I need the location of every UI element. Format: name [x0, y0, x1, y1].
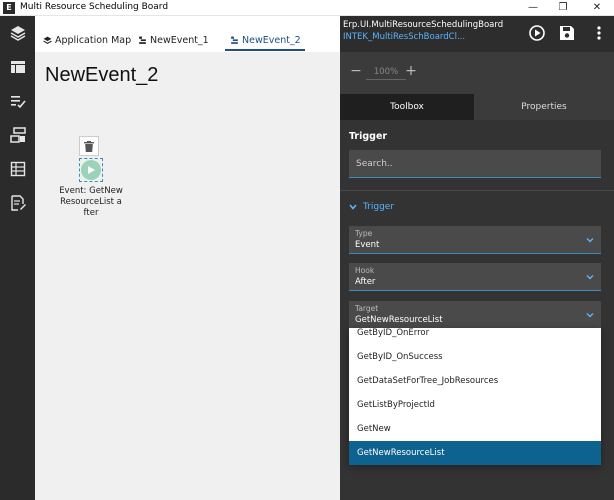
trash-icon — [84, 140, 94, 152]
designer-canvas-pane: Application Map NewEvent_1 NewEvent_2 Ne… — [35, 16, 340, 500]
zoom-out-button[interactable]: − — [349, 62, 363, 80]
event-node-circle — [81, 160, 101, 180]
dropdown-option[interactable]: GetNew — [349, 417, 601, 441]
restore-button[interactable]: ❐ — [548, 0, 578, 16]
rail-item-grid[interactable] — [0, 152, 35, 186]
zoom-control: − 100% + — [340, 52, 614, 94]
trigger-section-toggle[interactable]: Trigger — [349, 200, 394, 214]
panel-tabs: Toolbox Properties — [340, 94, 614, 120]
workflow-icon — [9, 127, 26, 143]
dropdown-option[interactable]: GetByID_OnError — [349, 328, 601, 345]
play-icon — [88, 166, 95, 174]
chevron-down-icon — [349, 204, 357, 210]
panel-header-subtitle[interactable]: INTEK_MultiResSchBoardCl... — [343, 32, 465, 42]
target-label: Target — [355, 304, 379, 313]
workflow-canvas[interactable]: NewEvent_2 Event: GetNewResourceList aft… — [35, 52, 340, 500]
panel-header-title: Erp.UI.MultiResourceSchedulingBoard — [343, 20, 504, 30]
active-tab-indicator — [225, 49, 305, 51]
more-options-button[interactable] — [590, 24, 608, 42]
tab-label: Application Map — [55, 34, 132, 46]
play-circle-icon — [529, 25, 545, 41]
trigger-section-label: Trigger — [363, 202, 395, 212]
event-icon — [139, 36, 146, 44]
minimize-button[interactable]: — — [518, 0, 548, 16]
tab-newevent-2[interactable]: NewEvent_2 — [230, 30, 301, 50]
left-nav-rail — [0, 16, 35, 500]
node-delete-button[interactable] — [79, 136, 99, 156]
type-value: Event — [355, 240, 380, 250]
type-select[interactable]: Type Event — [349, 226, 601, 254]
section-divider — [340, 190, 614, 191]
trigger-heading: Trigger — [349, 131, 388, 142]
dropdown-option[interactable]: GetByID_OnSuccess — [349, 345, 601, 369]
search-input[interactable] — [349, 150, 601, 177]
hook-select[interactable]: Hook After — [349, 263, 601, 291]
type-label: Type — [355, 229, 373, 238]
tab-label: NewEvent_1 — [150, 34, 209, 46]
target-select[interactable]: Target GetNewResourceList — [349, 301, 601, 329]
save-icon — [560, 26, 574, 40]
window-title: Multi Resource Scheduling Board — [20, 2, 169, 12]
chevron-down-icon — [586, 313, 594, 318]
tab-application-map[interactable]: Application Map — [43, 30, 131, 50]
layers-icon — [43, 36, 52, 44]
zoom-level[interactable]: 100% — [366, 64, 406, 80]
chevron-down-icon — [586, 275, 594, 280]
close-button[interactable]: ✕ — [582, 0, 612, 16]
run-button[interactable] — [528, 24, 546, 42]
toolbox-search[interactable] — [349, 150, 601, 178]
event-node-label: Event: GetNewResourceList after — [59, 186, 123, 218]
title-bar: E Multi Resource Scheduling Board — ❐ ✕ — [0, 0, 614, 16]
chevron-down-icon — [586, 238, 594, 243]
app-logo-icon: E — [3, 2, 15, 14]
hook-label: Hook — [355, 266, 375, 275]
grid-icon — [10, 161, 25, 177]
rail-item-workflow[interactable] — [0, 118, 35, 152]
rail-item-layers[interactable] — [0, 16, 35, 50]
dropdown-option[interactable]: GetListByProjectId — [349, 393, 601, 417]
save-button[interactable] — [558, 24, 576, 42]
document-tabs: Application Map NewEvent_1 NewEvent_2 — [35, 16, 340, 51]
dropdown-option-selected[interactable]: GetNewResourceList — [349, 441, 601, 465]
tab-label: NewEvent_2 — [242, 34, 301, 46]
page-title: NewEvent_2 — [45, 64, 159, 86]
target-value: GetNewResourceList — [355, 315, 443, 325]
layers-icon — [10, 26, 25, 41]
tab-toolbox[interactable]: Toolbox — [340, 94, 474, 120]
dropdown-option[interactable]: GetDataSetForTree_JobResources — [349, 369, 601, 393]
checklist-icon — [10, 96, 26, 109]
more-vertical-icon — [597, 26, 601, 40]
tab-newevent-1[interactable]: NewEvent_1 — [138, 30, 209, 50]
rail-item-layout[interactable] — [0, 50, 35, 84]
rail-item-checklist[interactable] — [0, 84, 35, 118]
event-icon — [231, 36, 238, 44]
layout-icon — [10, 61, 25, 73]
rail-item-document-edit[interactable] — [0, 186, 35, 220]
event-node[interactable] — [79, 158, 103, 182]
target-dropdown-list: GetByID_OnError GetByID_OnSuccess GetDat… — [349, 328, 601, 465]
zoom-in-button[interactable]: + — [404, 62, 418, 80]
panel-header: Erp.UI.MultiResourceSchedulingBoard INTE… — [340, 16, 614, 52]
document-edit-icon — [10, 195, 26, 211]
hook-value: After — [355, 277, 376, 287]
tab-properties[interactable]: Properties — [474, 94, 614, 120]
